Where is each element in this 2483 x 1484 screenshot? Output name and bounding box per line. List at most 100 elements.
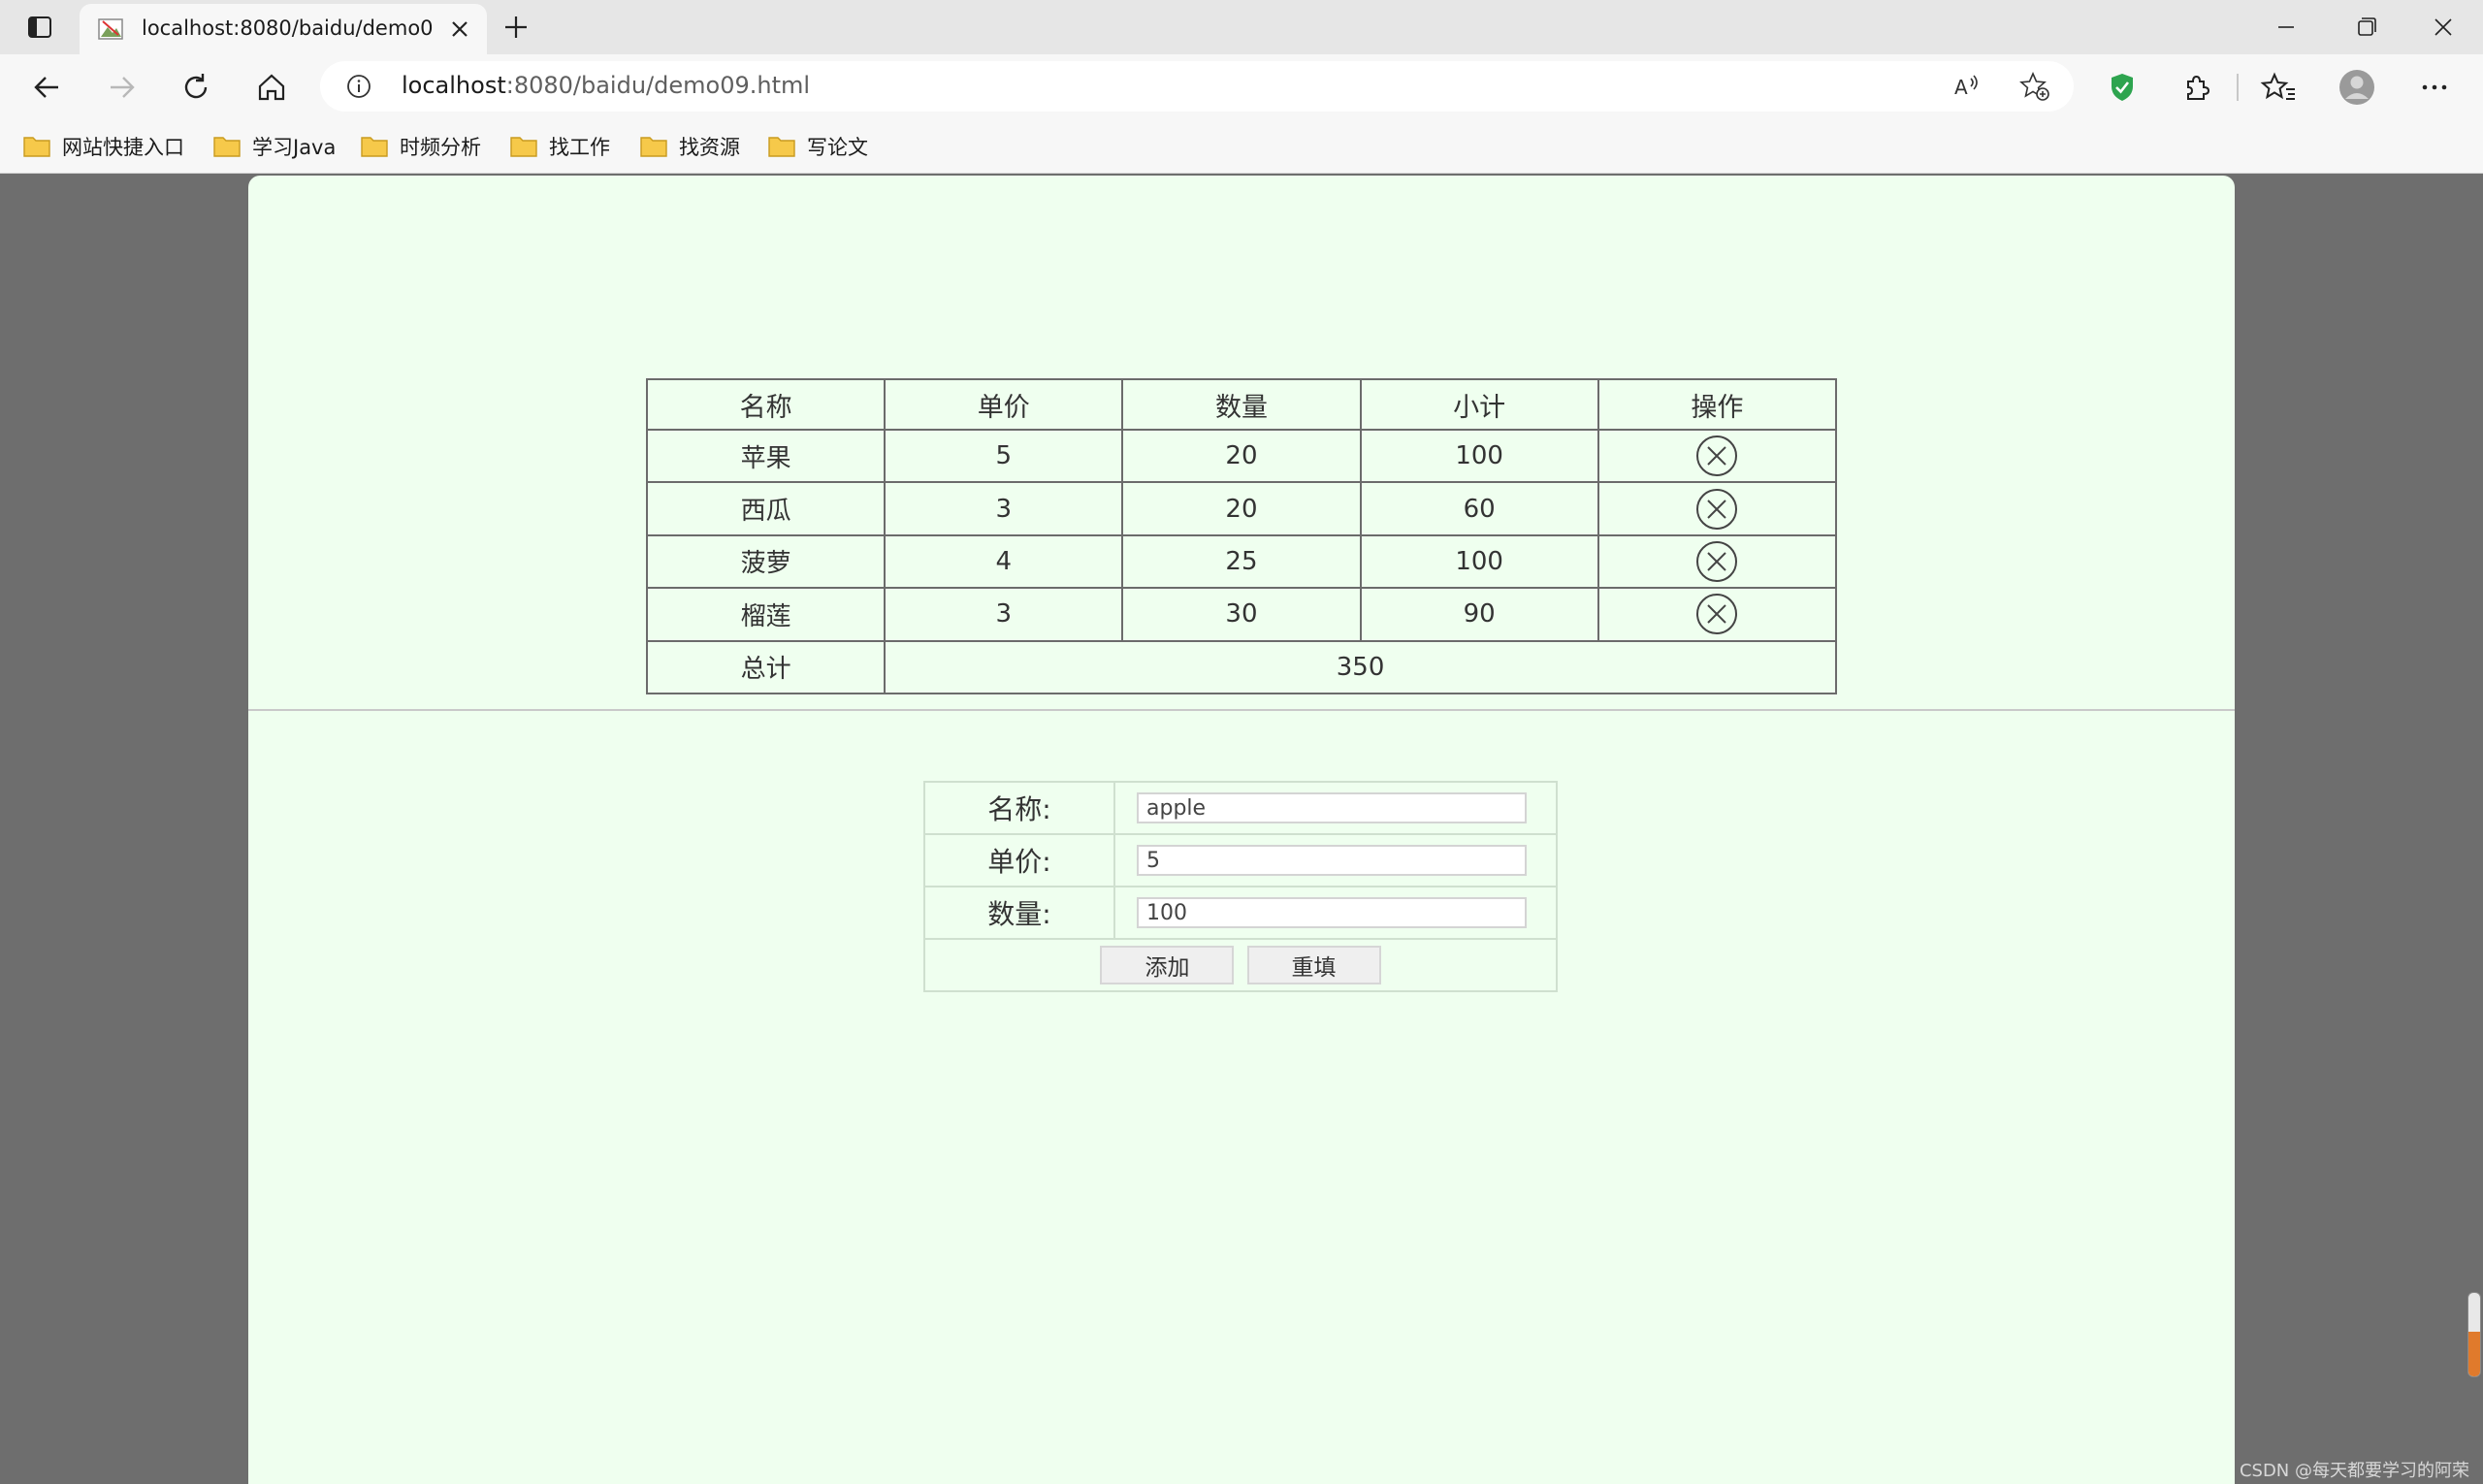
close-tab-icon[interactable] [448,17,471,41]
bookmarks-bar: 网站快捷入口 学习Java 时频分析 找工作 找资源 写论文 [0,120,2483,174]
name-cell [1113,781,1558,835]
cell-subtotal: 100 [1359,533,1599,590]
home-icon[interactable] [252,68,291,107]
qty-label: 数量: [923,886,1115,940]
bookmark-folder[interactable]: 找工作 [510,129,610,164]
watermark: CSDN @每天都要学习的阿荣 [2239,1461,2469,1481]
section-divider [248,709,2235,711]
tab-actions-icon[interactable] [25,13,54,42]
url-host: localhost [402,72,506,99]
cell-name: 西瓜 [645,481,887,536]
back-icon[interactable] [27,68,66,107]
price-cell [1113,833,1558,887]
tab-title: localhost:8080/baidu/demo09.ht [142,16,433,40]
bookmark-label: 网站快捷入口 [62,136,184,159]
price-input[interactable] [1137,845,1527,876]
bookmark-label: 时频分析 [400,136,481,159]
total-value: 350 [884,639,1837,695]
form-row-qty: 数量: [923,886,1558,940]
scrollbar-thumb[interactable] [2468,1332,2480,1376]
delete-icon[interactable] [1695,593,1738,635]
scrollbar[interactable] [2467,1292,2481,1377]
name-input[interactable] [1137,792,1527,823]
cell-subtotal: 60 [1359,481,1599,536]
bookmark-folder[interactable]: 网站快捷入口 [23,129,184,164]
folder-icon [23,137,50,157]
delete-icon[interactable] [1695,540,1738,583]
bookmark-label: 找工作 [549,136,610,159]
refresh-icon[interactable] [177,68,215,107]
tab-strip: localhost:8080/baidu/demo09.ht [0,0,2483,54]
cell-qty: 20 [1121,481,1362,536]
url-path: :8080/baidu/demo09.html [505,72,811,99]
add-button[interactable]: 添加 [1100,946,1235,984]
url-text[interactable]: localhost:8080/baidu/demo09.html [402,72,810,99]
favorites-icon[interactable] [2260,68,2299,107]
site-info-icon[interactable] [345,73,372,100]
bookmark-folder[interactable]: 时频分析 [361,129,481,164]
buttons-cell: 添加 重填 [923,938,1558,992]
browser-toolbar: localhost:8080/baidu/demo09.html A [0,54,2483,120]
cell-action [1596,428,1838,484]
cell-qty: 25 [1121,533,1362,590]
page-body: 名称 单价 数量 小计 操作 苹果 5 20 100 西瓜 3 20 60 菠萝… [248,176,2235,1484]
profile-avatar-icon[interactable] [2338,68,2376,107]
bookmark-folder[interactable]: 学习Java [213,129,336,164]
header-price: 单价 [884,378,1124,431]
minimize-icon[interactable] [2270,12,2303,43]
qty-input[interactable] [1137,897,1527,928]
cell-action [1596,533,1838,590]
total-label: 总计 [645,639,887,695]
close-window-icon[interactable] [2427,12,2460,43]
cell-subtotal: 100 [1359,428,1599,484]
cell-subtotal: 90 [1359,587,1599,642]
header-name: 名称 [645,378,887,431]
form-row-name: 名称: [923,781,1558,835]
forward-icon[interactable] [103,68,142,107]
cell-name: 榴莲 [645,587,887,642]
price-label: 单价: [923,833,1115,887]
delete-icon[interactable] [1695,435,1738,477]
bookmark-folder[interactable]: 写论文 [768,129,868,164]
header-subtotal: 小计 [1359,378,1599,431]
add-favorite-icon[interactable] [2019,71,2050,102]
cell-name: 苹果 [645,428,887,484]
shield-extension-icon[interactable] [2103,68,2142,107]
reset-button[interactable]: 重填 [1246,946,1381,984]
cell-price: 5 [884,428,1124,484]
cell-name: 菠萝 [645,533,887,590]
delete-icon[interactable] [1695,488,1738,531]
bookmark-folder[interactable]: 找资源 [640,129,740,164]
toolbar-divider [2237,74,2239,101]
header-qty: 数量 [1121,378,1362,431]
browser-tab[interactable]: localhost:8080/baidu/demo09.ht [80,4,487,54]
folder-icon [768,137,795,157]
table-row: 苹果 5 20 100 [645,428,1838,484]
new-tab-icon[interactable] [500,12,532,43]
address-bar[interactable]: localhost:8080/baidu/demo09.html A [320,61,2074,112]
add-item-form: 名称: 单价: 数量: 添加 重填 [923,781,1558,992]
extensions-icon[interactable] [2177,68,2215,107]
cell-price: 3 [884,587,1124,642]
qty-cell [1113,886,1558,940]
form-row-price: 单价: [923,833,1558,887]
total-row: 总计 350 [645,639,1837,695]
table-row: 西瓜 3 20 60 [645,481,1838,536]
folder-icon [510,137,537,157]
table-header-row: 名称 单价 数量 小计 操作 [645,378,1838,431]
cell-action [1596,587,1838,642]
favicon-icon [98,18,123,40]
restore-icon[interactable] [2349,12,2382,43]
read-aloud-icon[interactable]: A [1951,71,1983,102]
bookmark-label: 学习Java [252,136,337,159]
cell-qty: 20 [1121,428,1362,484]
page-viewport: 名称 单价 数量 小计 操作 苹果 5 20 100 西瓜 3 20 60 菠萝… [0,174,2483,1484]
bookmark-label: 写论文 [807,136,868,159]
table-row: 菠萝 4 25 100 [645,533,1838,590]
svg-text:A: A [1954,76,1968,99]
header-action: 操作 [1596,378,1838,431]
cart-table: 名称 单价 数量 小计 操作 苹果 5 20 100 西瓜 3 20 60 菠萝… [645,378,1838,695]
more-options-icon[interactable] [2415,68,2454,107]
name-label: 名称: [923,781,1115,835]
folder-icon [640,137,667,157]
